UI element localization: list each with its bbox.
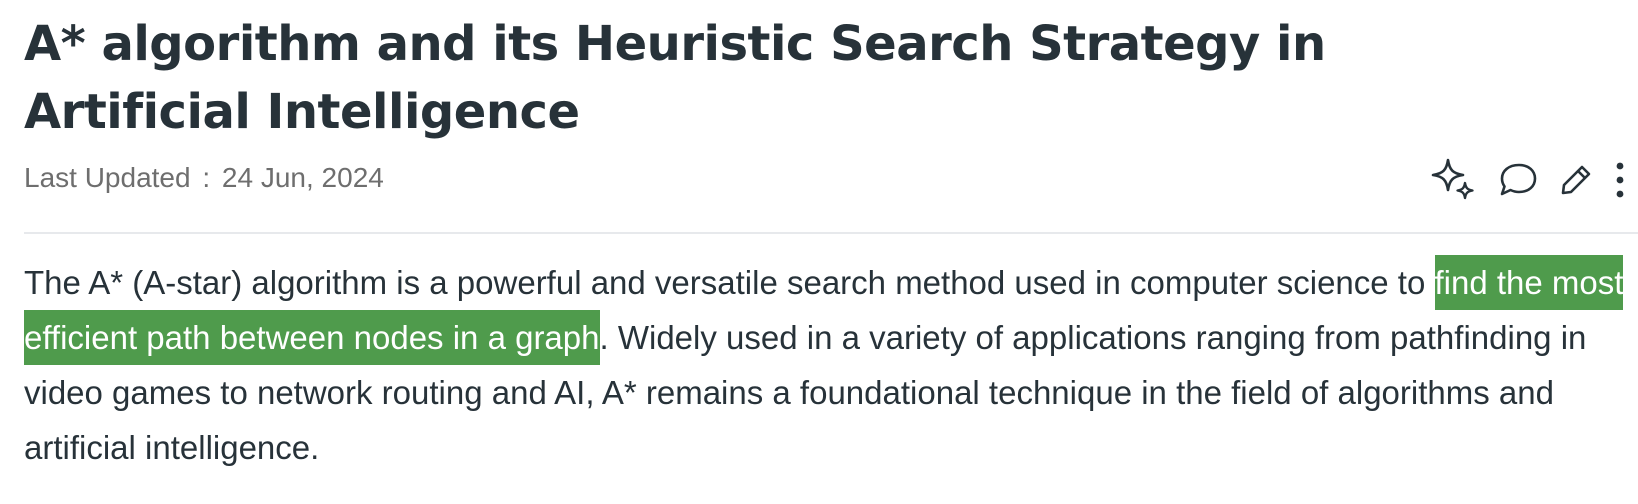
last-updated: Last Updated : 24 Jun, 2024	[24, 160, 384, 196]
last-updated-label: Last Updated	[24, 162, 191, 193]
last-updated-separator: :	[202, 162, 211, 193]
page-title: A* algorithm and its Heuristic Search St…	[24, 16, 1326, 140]
more-vertical-icon[interactable]	[1612, 160, 1628, 200]
divider	[24, 232, 1638, 234]
article-paragraph: The A* (A-star) algorithm is a powerful …	[24, 255, 1624, 475]
comment-icon[interactable]	[1496, 160, 1540, 200]
article-meta: Last Updated : 24 Jun, 2024	[24, 150, 1638, 216]
sparkle-icon[interactable]	[1430, 155, 1478, 205]
edit-icon[interactable]	[1558, 162, 1594, 198]
article: A* algorithm and its Heuristic Search St…	[24, 10, 1638, 466]
last-updated-date: 24 Jun, 2024	[221, 162, 384, 193]
article-actions	[1412, 150, 1628, 210]
paragraph-text-before: The A* (A-star) algorithm is a powerful …	[24, 264, 1435, 301]
